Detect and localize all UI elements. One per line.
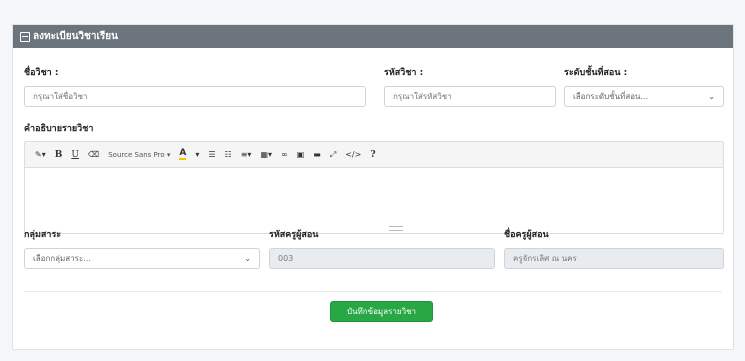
description-label: คำอธิบายรายวิชา (24, 124, 94, 134)
grade-level-label: ระดับชั้นที่สอน : (564, 68, 628, 78)
unordered-list-icon[interactable]: ☰ (208, 150, 215, 159)
eraser-icon[interactable]: ⌫ (88, 150, 99, 159)
font-family-dropdown[interactable]: Source Sans Pro ▾ (108, 151, 170, 159)
video-icon[interactable]: ▬ (313, 150, 321, 159)
underline-icon[interactable]: U (71, 150, 79, 160)
form-divider (24, 291, 722, 292)
paragraph-align-icon[interactable]: ≡▾ (241, 150, 252, 159)
card-header: ลงทะเบียนวิชาเรียน (13, 25, 733, 48)
help-icon[interactable]: ? (370, 150, 375, 160)
subject-code-label: รหัสวิชา : (384, 68, 424, 78)
card-title: ลงทะเบียนวิชาเรียน (33, 31, 118, 42)
subject-name-input[interactable] (24, 86, 366, 107)
subject-name-label: ชื่อวิชา : (24, 68, 59, 78)
subject-group-select[interactable]: เลือกกลุ่มสาระ... ⌄ (24, 248, 260, 269)
subject-registration-card: ลงทะเบียนวิชาเรียน ชื่อวิชา : รหัสวิชา :… (12, 24, 734, 350)
link-icon[interactable]: ∞ (281, 150, 288, 159)
chevron-down-icon: ⌄ (244, 254, 251, 263)
chevron-down-icon: ⌄ (708, 92, 715, 101)
code-view-icon[interactable]: </> (345, 150, 361, 159)
bold-icon[interactable]: B (55, 150, 63, 160)
save-subject-button[interactable]: บันทึกข้อมูลรายวิชา (330, 301, 433, 322)
subject-code-input[interactable] (384, 86, 556, 107)
grade-level-selected: เลือกระดับชั้นที่สอน... (573, 92, 649, 101)
color-caret-icon[interactable]: ▾ (195, 150, 199, 159)
text-color-icon[interactable]: A (179, 149, 187, 160)
teacher-name-field: ครูจักรเลิศ ณ นคร (504, 248, 724, 269)
picture-icon[interactable]: ▣ (297, 150, 305, 159)
teacher-code-value: 003 (278, 254, 294, 263)
subject-group-selected: เลือกกลุ่มสาระ... (33, 254, 91, 263)
grade-level-select[interactable]: เลือกระดับชั้นที่สอน... ⌄ (564, 86, 724, 107)
description-editor[interactable]: ✎▾ B U ⌫ Source Sans Pro ▾ A ▾ ☰ ☷ ≡▾ ▦▾… (24, 141, 724, 234)
ordered-list-icon[interactable]: ☷ (225, 150, 232, 159)
editor-content-area[interactable] (25, 168, 723, 208)
subject-group-label: กลุ่มสาระ (24, 230, 62, 240)
table-icon[interactable]: ▦▾ (260, 150, 272, 159)
resize-handle[interactable] (389, 226, 403, 231)
form-icon (20, 31, 30, 42)
teacher-code-field: 003 (269, 248, 495, 269)
teacher-code-label: รหัสครูผู้สอน (269, 230, 319, 240)
fullscreen-icon[interactable]: ⤢ (330, 150, 336, 160)
magic-style-icon[interactable]: ✎▾ (35, 150, 46, 159)
editor-toolbar: ✎▾ B U ⌫ Source Sans Pro ▾ A ▾ ☰ ☷ ≡▾ ▦▾… (25, 142, 723, 168)
teacher-name-value: ครูจักรเลิศ ณ นคร (513, 254, 577, 263)
teacher-name-label: ชื่อครูผู้สอน (504, 230, 549, 240)
